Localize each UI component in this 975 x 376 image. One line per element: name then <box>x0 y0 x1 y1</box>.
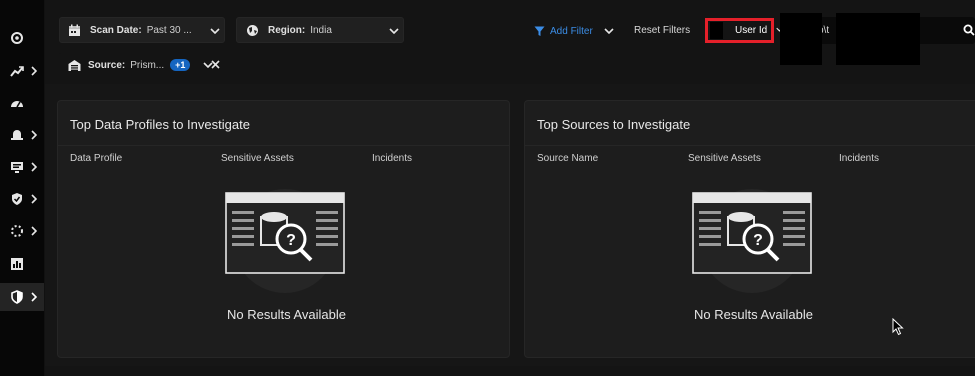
source-label: Source: <box>88 60 126 71</box>
add-filter-button[interactable]: Add Filter <box>534 24 593 38</box>
warehouse-icon <box>68 60 81 71</box>
scan-date-filter[interactable]: Scan Date: Past 30 ... <box>59 17 225 43</box>
no-data-illustration-icon: ? <box>692 189 812 293</box>
column-header[interactable]: Data Profile <box>70 153 122 164</box>
region-label: Region: <box>268 25 306 36</box>
dotted-circle-icon <box>11 225 23 237</box>
chevron-down-icon <box>389 28 399 34</box>
monitor-icon <box>11 162 23 173</box>
chevron-right-icon <box>31 194 37 204</box>
search-icon[interactable] <box>963 24 975 36</box>
empty-state-text: No Results Available <box>694 307 813 322</box>
source-filter[interactable]: Source: Prism... +1 <box>59 52 225 78</box>
sidebar-item-reports[interactable] <box>0 250 44 278</box>
scan-date-label: Scan Date: <box>90 25 142 36</box>
divider <box>58 145 509 146</box>
top-sources-panel: Top Sources to Investigate Source Name S… <box>524 100 975 358</box>
column-header[interactable]: Sensitive Assets <box>688 153 761 164</box>
svg-text:?: ? <box>753 232 763 249</box>
empty-state-text: No Results Available <box>227 307 346 322</box>
sidebar <box>0 0 45 376</box>
bottom-strip <box>45 366 975 376</box>
chevron-right-icon <box>31 66 37 76</box>
divider <box>525 145 975 146</box>
column-header[interactable]: Source Name <box>537 153 598 164</box>
redaction-block <box>836 13 920 65</box>
chevron-right-icon <box>31 162 37 172</box>
chevron-right-icon <box>31 226 37 236</box>
globe-icon <box>247 25 258 36</box>
user-id-prefix <box>710 22 723 39</box>
region-value: India <box>310 25 332 36</box>
panel-title: Top Sources to Investigate <box>537 117 691 132</box>
target-icon <box>11 32 23 44</box>
chevron-down-icon[interactable] <box>604 28 614 34</box>
sidebar-item-alerts[interactable] <box>0 121 44 149</box>
chevron-right-icon <box>31 130 37 140</box>
chart-board-icon <box>11 258 23 270</box>
sidebar-item-gauge[interactable] <box>0 89 44 117</box>
sidebar-item-protection[interactable] <box>0 185 44 213</box>
add-filter-label: Add Filter <box>550 25 593 37</box>
bell-icon <box>11 130 23 140</box>
svg-text:?: ? <box>286 232 296 249</box>
region-filter[interactable]: Region: India <box>236 17 404 43</box>
sidebar-item-loading[interactable] <box>0 217 44 245</box>
shield-half-icon <box>11 290 23 304</box>
source-count-badge: +1 <box>170 59 191 71</box>
source-value: Prism... <box>130 60 165 71</box>
sidebar-item-trend[interactable] <box>0 57 44 85</box>
panel-title: Top Data Profiles to Investigate <box>70 117 250 132</box>
reset-filters-button[interactable]: Reset Filters <box>634 25 690 36</box>
redaction-block <box>780 13 822 65</box>
funnel-icon <box>534 26 545 36</box>
shield-check-icon <box>12 193 22 205</box>
column-header[interactable]: Incidents <box>372 153 412 164</box>
gauge-icon <box>11 101 23 108</box>
chevron-down-icon <box>210 28 220 34</box>
close-icon[interactable] <box>211 60 220 69</box>
no-data-illustration-icon: ? <box>225 189 345 293</box>
chevron-right-icon <box>31 292 37 302</box>
calendar-icon <box>69 24 80 36</box>
sidebar-item-target[interactable] <box>0 24 44 52</box>
sidebar-item-monitor[interactable] <box>0 153 44 181</box>
top-data-profiles-panel: Top Data Profiles to Investigate Data Pr… <box>57 100 510 358</box>
scan-date-value: Past 30 ... <box>146 25 192 36</box>
user-id-selector[interactable]: User Id <box>735 25 767 36</box>
sidebar-item-privacy[interactable] <box>0 283 44 311</box>
column-header[interactable]: Incidents <box>839 153 879 164</box>
mouse-cursor-icon <box>892 318 904 336</box>
filter-bar: Scan Date: Past 30 ... Region: India Sourc… <box>45 0 975 84</box>
trend-icon <box>10 66 24 77</box>
column-header[interactable]: Sensitive Assets <box>221 153 294 164</box>
